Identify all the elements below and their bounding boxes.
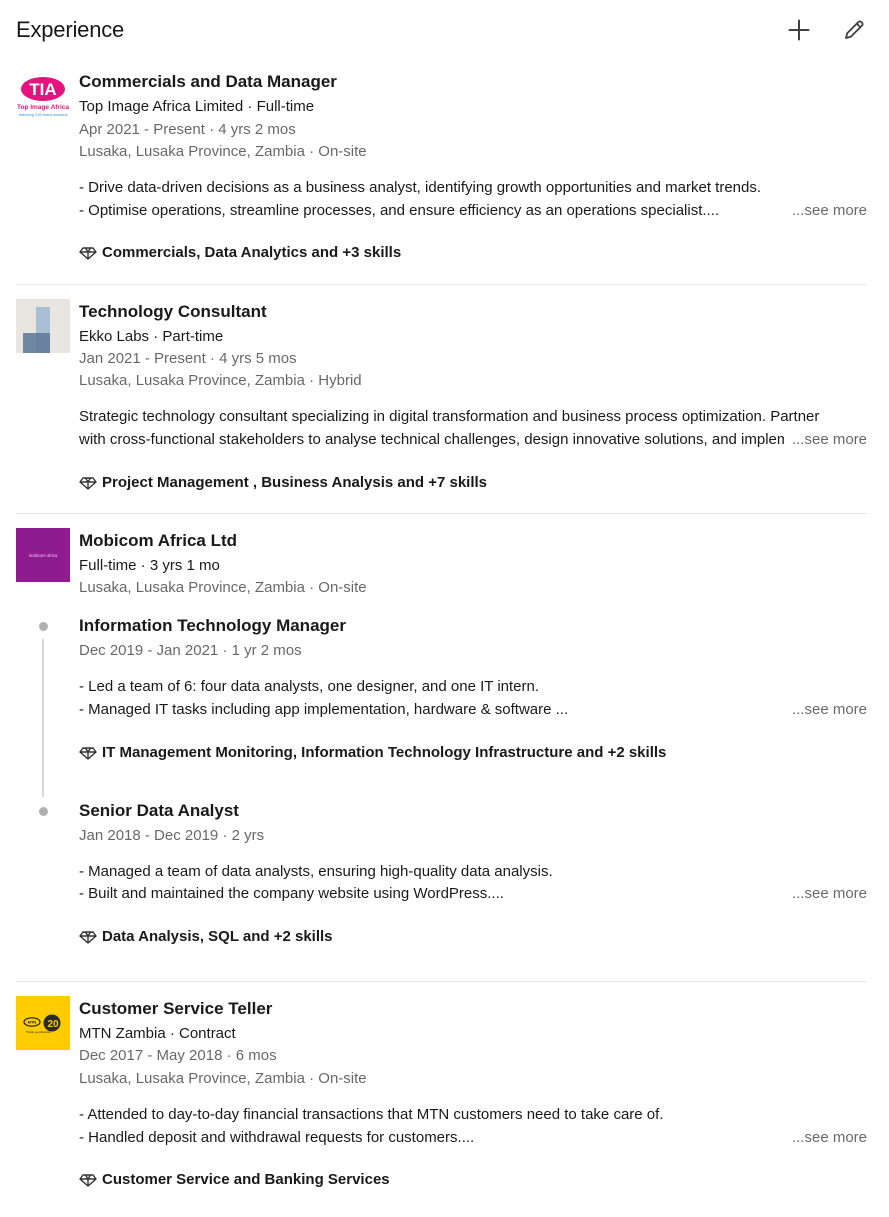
skills-link[interactable]: Data Analysis, SQL and +2 skills [79, 927, 333, 947]
job-dates: Jan 2021 - Present · 4 yrs 5 mos [79, 350, 297, 367]
skills-text: Data Analysis, SQL and +2 skills [102, 928, 333, 945]
description-line: - Built and maintained the company websi… [79, 885, 504, 902]
employment-summary: Full-time · 3 yrs 1 mo [79, 557, 220, 574]
company-name[interactable]: Mobicom Africa Ltd [79, 530, 237, 552]
timeline-dot [39, 622, 48, 631]
skills-text: Commercials, Data Analytics and +3 skill… [102, 244, 402, 261]
divider [16, 284, 867, 285]
timeline-line [42, 639, 44, 797]
svg-text:mobicom africa: mobicom africa [29, 553, 58, 558]
description-line: - Optimise operations, streamline proces… [79, 202, 720, 219]
company-employment-type: MTN Zambia · Contract [79, 1025, 236, 1042]
job-title[interactable]: Customer Service Teller [79, 998, 272, 1020]
company-logo[interactable]: TIA Top Image Africa delivering 3 60 bra… [16, 73, 70, 127]
svg-text:delivering 3 60 brand solution: delivering 3 60 brand solutions [19, 113, 68, 117]
add-experience-button[interactable] [783, 14, 815, 46]
job-title[interactable]: Technology Consultant [79, 301, 267, 323]
svg-text:TIA: TIA [29, 80, 56, 99]
svg-text:Top Image Africa: Top Image Africa [17, 104, 69, 111]
diamond-icon [79, 1171, 97, 1189]
role-title[interactable]: Information Technology Manager [79, 615, 346, 637]
skills-link[interactable]: IT Management Monitoring, Information Te… [79, 743, 666, 763]
pencil-icon [845, 20, 864, 39]
divider [16, 981, 867, 982]
tia-logo-icon: TIA Top Image Africa delivering 3 60 bra… [17, 77, 69, 117]
skills-link[interactable]: Customer Service and Banking Services [79, 1170, 390, 1190]
mtn-logo-icon: MTN 20 Thank you Zambia [16, 996, 70, 1050]
see-more-button[interactable]: ...see more [792, 699, 867, 721]
diamond-icon [79, 244, 97, 262]
company-logo[interactable]: mobicom africa [16, 528, 70, 582]
svg-text:MTN: MTN [28, 1020, 37, 1025]
experience-item: MTN 20 Thank you Zambia Customer Service… [16, 996, 867, 1196]
section-header: Experience [16, 14, 868, 48]
see-more-button[interactable]: ...see more [792, 429, 867, 451]
role-title[interactable]: Senior Data Analyst [79, 800, 239, 822]
company-employment-type: Ekko Labs · Part-time [79, 328, 224, 345]
description-line: Strategic technology consultant speciali… [79, 408, 820, 425]
experience-content: Technology Consultant Ekko Labs · Part-t… [79, 299, 867, 499]
diamond-icon [79, 744, 97, 762]
divider [16, 513, 867, 514]
job-dates: Apr 2021 - Present · 4 yrs 2 mos [79, 121, 296, 138]
description-line: - Managed IT tasks including app impleme… [79, 701, 569, 718]
skills-text: Project Management , Business Analysis a… [102, 474, 488, 491]
skills-text: IT Management Monitoring, Information Te… [102, 744, 667, 761]
skills-link[interactable]: Project Management , Business Analysis a… [79, 473, 487, 493]
description-line: - Led a team of 6: four data analysts, o… [79, 678, 540, 695]
experience-section: Experience TIA Top Image Africa deliveri… [0, 0, 889, 1217]
see-more-button[interactable]: ...see more [792, 1127, 867, 1149]
job-location: Lusaka, Lusaka Province, Zambia · On-sit… [79, 143, 367, 160]
edit-experience-button[interactable] [838, 14, 870, 46]
description-line: with cross-functional stakeholders to an… [79, 431, 784, 448]
experience-content: Commercials and Data Manager Top Image A… [79, 71, 867, 273]
diamond-icon [79, 474, 97, 492]
see-more-button[interactable]: ...see more [792, 883, 867, 905]
section-title: Experience [16, 17, 125, 42]
job-location: Lusaka, Lusaka Province, Zambia · Hybrid [79, 372, 362, 389]
job-title[interactable]: Commercials and Data Manager [79, 71, 337, 93]
description-line: - Managed a team of data analysts, ensur… [79, 863, 553, 880]
timeline-dot [39, 807, 48, 816]
experience-item: Technology Consultant Ekko Labs · Part-t… [16, 299, 867, 499]
experience-item: TIA Top Image Africa delivering 3 60 bra… [16, 71, 867, 273]
company-employment-type: Top Image Africa Limited · Full-time [79, 98, 315, 115]
diamond-icon [79, 928, 97, 946]
see-more-button[interactable]: ...see more [792, 200, 867, 222]
experience-content: Mobicom Africa Ltd Full-time · 3 yrs 1 m… [79, 528, 867, 968]
plus-icon [788, 19, 810, 41]
description-line: - Handled deposit and withdrawal request… [79, 1129, 475, 1146]
experience-content: Customer Service Teller MTN Zambia · Con… [79, 996, 867, 1196]
mobicom-logo-icon: mobicom africa [16, 528, 70, 582]
description-line: - Attended to day-to-day financial trans… [79, 1106, 664, 1123]
ekko-labs-logo-icon [16, 299, 70, 353]
skills-text: Customer Service and Banking Services [102, 1171, 390, 1188]
role-dates: Jan 2018 - Dec 2019 · 2 yrs [79, 827, 265, 844]
job-location: Lusaka, Lusaka Province, Zambia · On-sit… [79, 579, 367, 596]
svg-text:Thank you Zambia: Thank you Zambia [26, 1030, 51, 1034]
svg-text:20: 20 [47, 1019, 59, 1030]
description-line: - Drive data-driven decisions as a busin… [79, 179, 762, 196]
job-location: Lusaka, Lusaka Province, Zambia · On-sit… [79, 1070, 367, 1087]
experience-group: mobicom africa Mobicom Africa Ltd Full-t… [16, 528, 867, 968]
job-dates: Dec 2017 - May 2018 · 6 mos [79, 1047, 277, 1064]
company-logo[interactable]: MTN 20 Thank you Zambia [16, 996, 70, 1050]
skills-link[interactable]: Commercials, Data Analytics and +3 skill… [79, 243, 401, 263]
company-logo[interactable] [16, 299, 70, 353]
role-dates: Dec 2019 - Jan 2021 · 1 yr 2 mos [79, 642, 302, 659]
